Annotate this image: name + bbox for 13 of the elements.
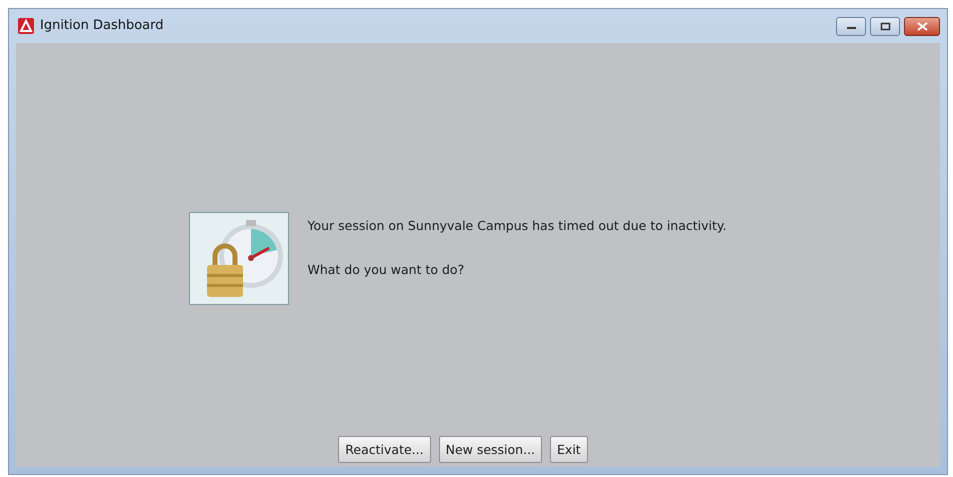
close-icon — [916, 22, 928, 30]
dialog-button[interactable]: Exit — [550, 436, 588, 463]
close-button[interactable] — [904, 16, 940, 36]
window-title: Ignition Dashboard — [40, 17, 164, 36]
app-logo-icon — [18, 18, 34, 34]
message-text: Your session on Sunnyvale Campus has timed out due to inactivity. — [307, 220, 726, 232]
maximize-icon — [880, 22, 890, 30]
lock-timer-icon — [189, 212, 290, 305]
message-text: What do you want to do? — [307, 264, 466, 276]
dialog-button[interactable]: Reactivate... — [338, 436, 431, 463]
minimize-button[interactable] — [836, 16, 866, 36]
dialog-button[interactable]: New session... — [438, 436, 542, 463]
maximize-button[interactable] — [870, 16, 900, 36]
